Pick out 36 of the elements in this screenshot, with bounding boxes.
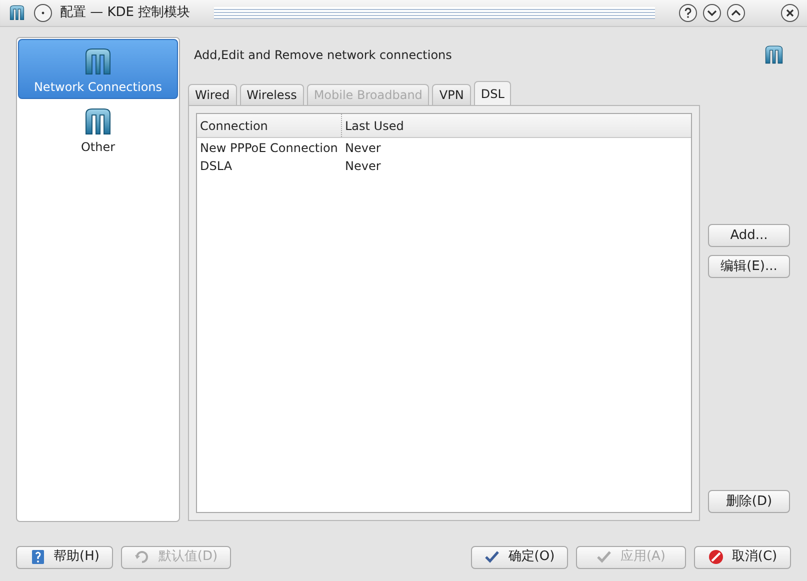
- column-header[interactable]: Last Used: [342, 114, 691, 137]
- table-row[interactable]: New PPPoE Connection Never: [197, 139, 691, 157]
- dot-icon: [39, 9, 47, 17]
- close-icon: [784, 7, 796, 19]
- footer-button[interactable]: 帮助(H): [16, 546, 113, 568]
- column-header[interactable]: Connection: [197, 114, 342, 137]
- help-button[interactable]: [679, 4, 697, 22]
- tab[interactable]: DSL: [474, 81, 512, 105]
- network-logo-icon: [8, 4, 26, 22]
- side-button[interactable]: 编辑(E)...: [708, 255, 790, 278]
- close-button[interactable]: [781, 4, 799, 22]
- maximize-button[interactable]: [727, 4, 745, 22]
- side-button[interactable]: 删除(D): [708, 490, 790, 513]
- table-cell-text: New PPPoE Connection: [199, 140, 339, 157]
- question-icon: [682, 7, 694, 19]
- window-menu-button[interactable]: [34, 4, 52, 22]
- tab[interactable]: VPN: [432, 84, 471, 105]
- footer-button[interactable]: 取消(C): [694, 546, 791, 568]
- help-book-icon: [30, 549, 46, 565]
- network-logo-icon: [763, 44, 785, 66]
- table-cell-text: DSLA: [199, 158, 234, 175]
- undo-icon: [134, 549, 150, 565]
- sidebar-item[interactable]: Other: [18, 99, 178, 159]
- table-cell-text: Never: [344, 140, 382, 157]
- window-title: 配置 — KDE 控制模块: [60, 4, 190, 22]
- footer-button[interactable]: 确定(O): [471, 546, 568, 568]
- table-row[interactable]: DSLA Never: [197, 157, 691, 175]
- side-button[interactable]: Add...: [708, 224, 790, 247]
- checkmark-icon: [484, 549, 500, 565]
- page-heading: Add,Edit and Remove network connections: [193, 47, 452, 64]
- tab[interactable]: Wired: [188, 84, 237, 105]
- cancel-icon: [708, 549, 724, 565]
- tab[interactable]: Wireless: [240, 84, 304, 105]
- table-cell-text: Never: [344, 158, 382, 175]
- checkmark-icon: [596, 549, 612, 565]
- minimize-button[interactable]: [703, 4, 721, 22]
